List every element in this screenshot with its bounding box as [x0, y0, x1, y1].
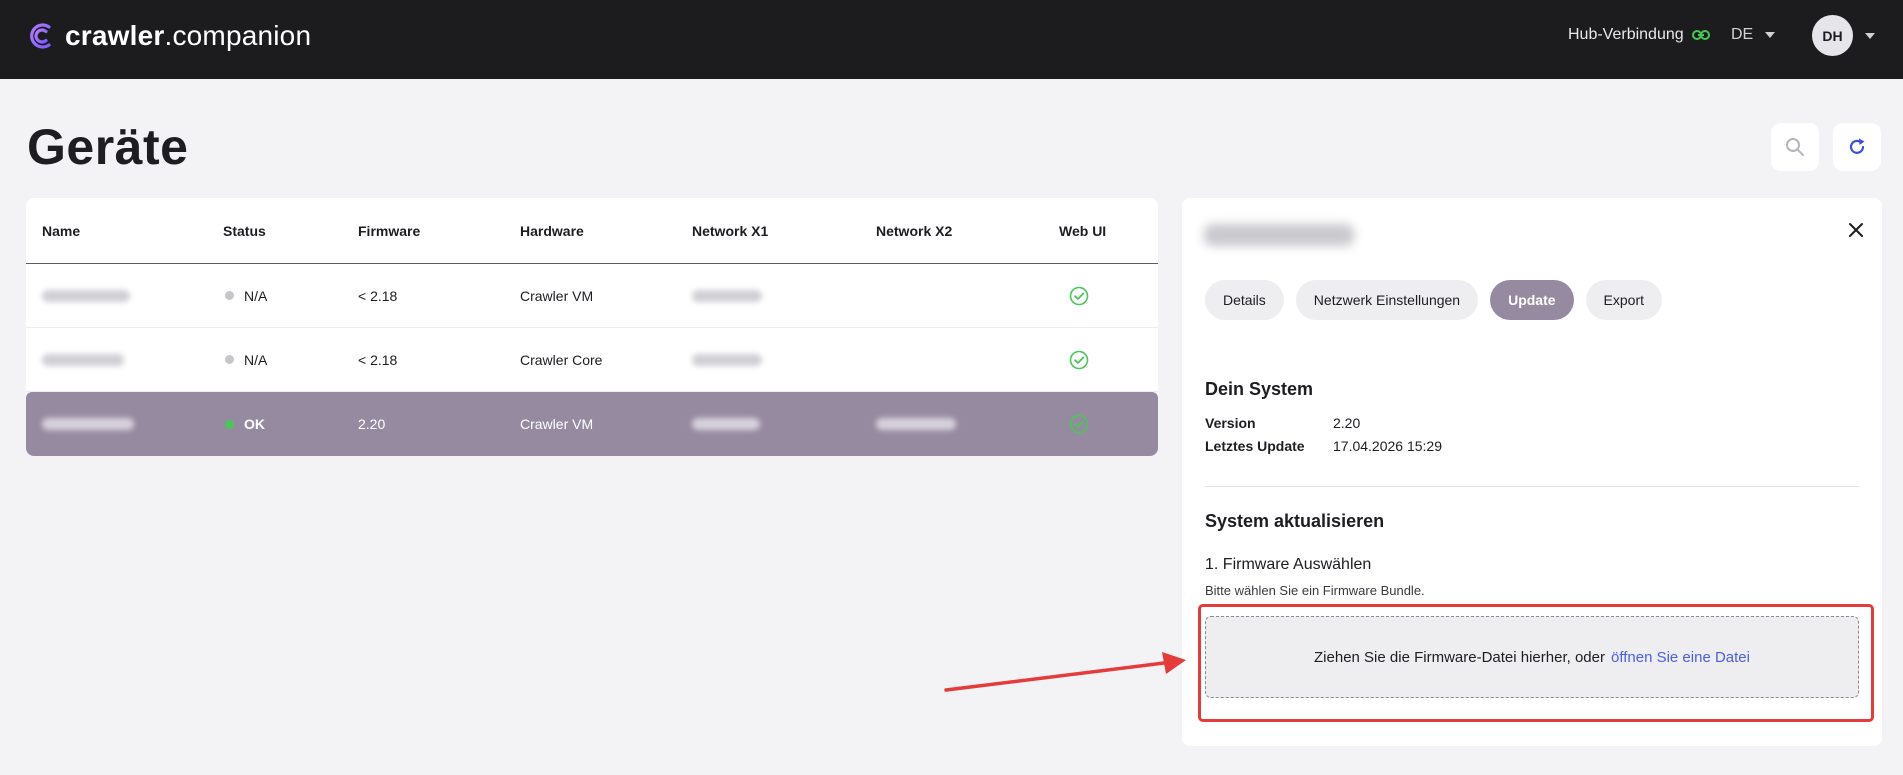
column-header-network-x1[interactable]: Network X1: [692, 223, 768, 239]
update-section-title: System aktualisieren: [1205, 511, 1385, 531]
column-header-firmware[interactable]: Firmware: [358, 223, 420, 239]
hub-connection-label: Hub-Verbindung: [1568, 26, 1684, 43]
check-circle-icon[interactable]: [1069, 286, 1089, 306]
refresh-button[interactable]: [1833, 123, 1881, 171]
crawler-logo-icon: [30, 23, 51, 49]
status-dot: [225, 291, 234, 300]
status-dot: [225, 355, 234, 364]
annotation-highlight-box: [1198, 604, 1874, 722]
network-x2-redacted: [876, 418, 956, 430]
brand[interactable]: crawler.companion: [25, 20, 311, 52]
last-update-value: 17.04.2026 15:29: [1333, 438, 1442, 454]
step-hint: Bitte wählen Sie ein Firmware Bundle.: [1205, 583, 1425, 598]
chevron-down-icon: [1765, 32, 1776, 38]
device-name-redacted: [42, 418, 134, 430]
user-menu[interactable]: DH: [1812, 15, 1875, 56]
version-label: Version: [1205, 415, 1256, 431]
firmware-value: 2.20: [358, 416, 386, 432]
language-value: DE: [1731, 26, 1754, 43]
status-text: OK: [244, 416, 265, 432]
check-circle-icon[interactable]: [1069, 414, 1089, 434]
table-row-selected[interactable]: OK 2.20 Crawler VM: [26, 392, 1158, 456]
search-button[interactable]: [1771, 123, 1819, 171]
system-section-title: Dein System: [1205, 379, 1314, 399]
top-bar: crawler.companion Hub-Verbindung DE DH: [0, 0, 1903, 79]
network-x1-redacted: [692, 289, 762, 302]
table-header: Name Status Firmware Hardware Network X1…: [26, 198, 1158, 264]
last-update-label: Letztes Update: [1205, 438, 1305, 454]
device-title-redacted: [1204, 224, 1354, 246]
hardware-value: Crawler VM: [520, 287, 594, 304]
page-title: Geräte: [27, 119, 189, 175]
firmware-value: < 2.18: [358, 287, 398, 304]
divider: [1205, 486, 1859, 487]
column-header-name[interactable]: Name: [42, 223, 80, 239]
table-row[interactable]: N/A < 2.18 Crawler Core: [26, 328, 1158, 392]
status-text: N/A: [244, 287, 268, 304]
check-circle-icon[interactable]: [1069, 350, 1089, 370]
table-row[interactable]: N/A < 2.18 Crawler VM: [26, 264, 1158, 328]
network-x1-redacted: [692, 418, 760, 430]
annotation-arrow-icon: [944, 652, 1186, 692]
version-value: 2.20: [1333, 415, 1361, 431]
column-header-network-x2[interactable]: Network X2: [876, 223, 952, 239]
device-name-redacted: [42, 353, 124, 366]
hardware-value: Crawler Core: [520, 351, 603, 368]
avatar: DH: [1812, 15, 1853, 56]
brand-name: crawler.companion: [65, 20, 312, 51]
tab-update[interactable]: Update: [1490, 280, 1574, 320]
close-icon[interactable]: [1846, 220, 1866, 240]
refresh-icon: [1849, 138, 1865, 154]
column-header-web-ui[interactable]: Web UI: [1059, 223, 1106, 239]
tab-export[interactable]: Export: [1585, 280, 1663, 320]
hardware-value: Crawler VM: [520, 416, 594, 432]
device-name-redacted: [42, 289, 130, 302]
device-table: Name Status Firmware Hardware Network X1…: [26, 198, 1158, 456]
step-title: 1. Firmware Auswählen: [1205, 556, 1372, 573]
language-select[interactable]: DE: [1731, 26, 1776, 44]
chevron-down-icon: [1865, 32, 1875, 39]
network-x1-redacted: [692, 353, 762, 366]
status-text: N/A: [244, 351, 268, 368]
firmware-value: < 2.18: [358, 351, 398, 368]
column-header-status[interactable]: Status: [223, 223, 266, 239]
tab-details[interactable]: Details: [1205, 280, 1284, 320]
status-dot: [225, 419, 234, 429]
tab-network-settings[interactable]: Netzwerk Einstellungen: [1295, 280, 1479, 320]
panel-tabs: Details Netzwerk Einstellungen Update Ex…: [1205, 280, 1663, 320]
search-icon: [1786, 138, 1804, 156]
link-icon: [1691, 30, 1710, 40]
hub-connection-status[interactable]: Hub-Verbindung: [1568, 26, 1710, 44]
column-header-hardware[interactable]: Hardware: [520, 223, 584, 239]
